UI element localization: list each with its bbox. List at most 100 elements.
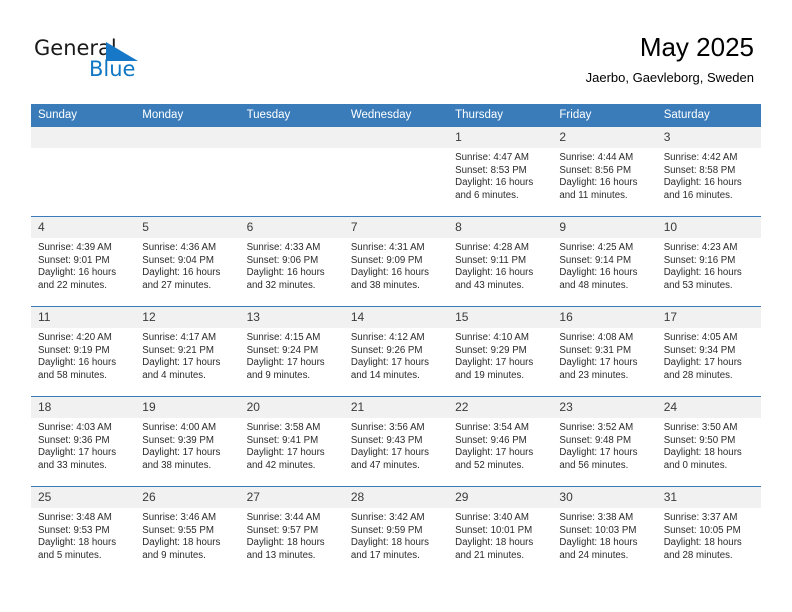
sunrise-text: Sunrise: 3:54 AM bbox=[455, 422, 529, 433]
day-number: 20 bbox=[239, 397, 344, 418]
daylight-text-line2: and 11 minutes. bbox=[559, 189, 628, 201]
calendar-header-row: Sunday Monday Tuesday Wednesday Thursday… bbox=[31, 104, 761, 127]
daylight-text-line2: and 28 minutes. bbox=[663, 369, 733, 381]
daylight-text-line2: and 47 minutes. bbox=[350, 459, 420, 471]
weekday-header-friday: Friday bbox=[552, 104, 657, 127]
day-number: 2 bbox=[552, 127, 657, 148]
day-number: 11 bbox=[31, 307, 136, 328]
day-details: Sunrise: 3:44 AM Sunset: 9:57 PM Dayligh… bbox=[240, 508, 344, 562]
day-number: 3 bbox=[656, 127, 761, 148]
day-details: Sunrise: 3:52 AM Sunset: 9:48 PM Dayligh… bbox=[552, 418, 656, 472]
day-cell[interactable]: 19 Sunrise: 4:00 AM Sunset: 9:39 PM Dayl… bbox=[135, 396, 240, 487]
day-cell[interactable]: 12 Sunrise: 4:17 AM Sunset: 9:21 PM Dayl… bbox=[135, 306, 240, 397]
day-cell[interactable]: 16 Sunrise: 4:08 AM Sunset: 9:31 PM Dayl… bbox=[552, 306, 657, 397]
day-number: 30 bbox=[552, 487, 657, 508]
daylight-text-line1: Daylight: 17 hours bbox=[246, 357, 325, 369]
day-cell[interactable]: 20 Sunrise: 3:58 AM Sunset: 9:41 PM Dayl… bbox=[239, 396, 344, 487]
day-cell[interactable]: 2 Sunrise: 4:44 AM Sunset: 8:56 PM Dayli… bbox=[552, 127, 657, 217]
day-details: Sunrise: 4:20 AM Sunset: 9:19 PM Dayligh… bbox=[31, 328, 135, 382]
daylight-text-line1: Daylight: 18 hours bbox=[246, 537, 325, 549]
day-cell[interactable]: 22 Sunrise: 3:54 AM Sunset: 9:46 PM Dayl… bbox=[448, 396, 553, 487]
day-details: Sunrise: 4:47 AM Sunset: 8:53 PM Dayligh… bbox=[448, 148, 552, 202]
day-cell[interactable]: 17 Sunrise: 4:05 AM Sunset: 9:34 PM Dayl… bbox=[656, 306, 761, 397]
day-cell[interactable]: 15 Sunrise: 4:10 AM Sunset: 9:29 PM Dayl… bbox=[448, 306, 553, 397]
day-cell[interactable]: 31 Sunrise: 3:37 AM Sunset: 10:05 PM Day… bbox=[656, 486, 761, 576]
sunset-text: Sunset: 9:53 PM bbox=[38, 524, 110, 536]
daylight-text-line2: and 27 minutes. bbox=[142, 279, 212, 291]
daylight-text-line2: and 56 minutes. bbox=[559, 459, 629, 471]
day-number: 24 bbox=[656, 397, 761, 418]
daylight-text-line1: Daylight: 16 hours bbox=[142, 267, 221, 279]
daylight-text-line2: and 23 minutes. bbox=[559, 369, 629, 381]
sunset-text: Sunset: 9:19 PM bbox=[38, 344, 110, 356]
day-cell[interactable]: 5 Sunrise: 4:36 AM Sunset: 9:04 PM Dayli… bbox=[135, 216, 240, 307]
daylight-text-line2: and 6 minutes. bbox=[455, 189, 519, 201]
day-details: Sunrise: 4:03 AM Sunset: 9:36 PM Dayligh… bbox=[31, 418, 135, 472]
day-cell[interactable]: 6 Sunrise: 4:33 AM Sunset: 9:06 PM Dayli… bbox=[239, 216, 344, 307]
day-details: Sunrise: 4:08 AM Sunset: 9:31 PM Dayligh… bbox=[552, 328, 656, 382]
day-number: 4 bbox=[31, 217, 136, 238]
day-details: Sunrise: 3:54 AM Sunset: 9:46 PM Dayligh… bbox=[448, 418, 552, 472]
daylight-text-line1: Daylight: 16 hours bbox=[38, 357, 117, 369]
day-cell[interactable]: 7 Sunrise: 4:31 AM Sunset: 9:09 PM Dayli… bbox=[343, 216, 449, 307]
daylight-text-line2: and 17 minutes. bbox=[350, 549, 420, 561]
day-cell[interactable]: 26 Sunrise: 3:46 AM Sunset: 9:55 PM Dayl… bbox=[135, 486, 240, 576]
sunset-text: Sunset: 9:06 PM bbox=[246, 254, 319, 266]
day-cell[interactable]: 27 Sunrise: 3:44 AM Sunset: 9:57 PM Dayl… bbox=[239, 486, 344, 576]
day-cell[interactable]: 10 Sunrise: 4:23 AM Sunset: 9:16 PM Dayl… bbox=[656, 216, 761, 307]
day-details: Sunrise: 4:15 AM Sunset: 9:24 PM Dayligh… bbox=[240, 328, 344, 382]
day-cell[interactable]: 28 Sunrise: 3:42 AM Sunset: 9:59 PM Dayl… bbox=[343, 486, 449, 576]
sunrise-text: Sunrise: 3:46 AM bbox=[142, 512, 217, 523]
day-cell[interactable]: 3 Sunrise: 4:42 AM Sunset: 8:58 PM Dayli… bbox=[656, 127, 761, 217]
daylight-text-line2: and 22 minutes. bbox=[38, 279, 107, 291]
day-details: Sunrise: 4:39 AM Sunset: 9:01 PM Dayligh… bbox=[31, 238, 135, 292]
day-cell[interactable]: 9 Sunrise: 4:25 AM Sunset: 9:14 PM Dayli… bbox=[552, 216, 657, 307]
page-header: General Blue May 2025 Jaerbo, Gaevleborg… bbox=[0, 0, 792, 104]
day-cell[interactable]: 18 Sunrise: 4:03 AM Sunset: 9:36 PM Dayl… bbox=[31, 396, 136, 487]
weekday-header-saturday: Saturday bbox=[656, 104, 761, 127]
day-number: 26 bbox=[135, 487, 240, 508]
day-cell[interactable]: 14 Sunrise: 4:12 AM Sunset: 9:26 PM Dayl… bbox=[343, 306, 449, 397]
day-details: Sunrise: 3:58 AM Sunset: 9:41 PM Dayligh… bbox=[240, 418, 344, 472]
weekday-header-tuesday: Tuesday bbox=[239, 104, 344, 127]
day-cell[interactable]: 24 Sunrise: 3:50 AM Sunset: 9:50 PM Dayl… bbox=[656, 396, 761, 487]
day-cell[interactable]: 30 Sunrise: 3:38 AM Sunset: 10:03 PM Day… bbox=[552, 486, 657, 576]
day-details: Sunrise: 4:25 AM Sunset: 9:14 PM Dayligh… bbox=[552, 238, 656, 292]
daylight-text-line1: Daylight: 16 hours bbox=[350, 267, 429, 279]
day-number: 28 bbox=[343, 487, 449, 508]
day-cell[interactable]: 23 Sunrise: 3:52 AM Sunset: 9:48 PM Dayl… bbox=[552, 396, 657, 487]
sunrise-text: Sunrise: 4:12 AM bbox=[350, 332, 425, 343]
day-cell[interactable]: 25 Sunrise: 3:48 AM Sunset: 9:53 PM Dayl… bbox=[31, 486, 136, 576]
calendar-table: Sunday Monday Tuesday Wednesday Thursday… bbox=[31, 104, 761, 576]
sunrise-text: Sunrise: 3:38 AM bbox=[559, 512, 634, 523]
weekday-header-thursday: Thursday bbox=[448, 104, 553, 127]
day-cell[interactable]: 13 Sunrise: 4:15 AM Sunset: 9:24 PM Dayl… bbox=[239, 306, 344, 397]
day-number: 15 bbox=[448, 307, 553, 328]
sunset-text: Sunset: 9:09 PM bbox=[350, 254, 423, 266]
day-cell[interactable]: 29 Sunrise: 3:40 AM Sunset: 10:01 PM Day… bbox=[448, 486, 553, 576]
daylight-text-line1: Daylight: 18 hours bbox=[559, 537, 638, 549]
day-cell[interactable]: 21 Sunrise: 3:56 AM Sunset: 9:43 PM Dayl… bbox=[343, 396, 449, 487]
day-number: 13 bbox=[239, 307, 344, 328]
sunrise-text: Sunrise: 3:58 AM bbox=[246, 422, 321, 433]
day-number bbox=[31, 127, 136, 148]
logo-text-blue: Blue bbox=[89, 57, 136, 81]
location-subtitle: Jaerbo, Gaevleborg, Sweden bbox=[585, 70, 754, 85]
day-details: Sunrise: 3:56 AM Sunset: 9:43 PM Dayligh… bbox=[344, 418, 448, 472]
sunset-text: Sunset: 9:14 PM bbox=[559, 254, 632, 266]
daylight-text-line1: Daylight: 17 hours bbox=[455, 357, 534, 369]
day-cell[interactable]: 8 Sunrise: 4:28 AM Sunset: 9:11 PM Dayli… bbox=[448, 216, 553, 307]
day-cell[interactable]: 4 Sunrise: 4:39 AM Sunset: 9:01 PM Dayli… bbox=[31, 216, 136, 307]
daylight-text-line1: Daylight: 18 hours bbox=[663, 447, 742, 459]
day-details: Sunrise: 3:38 AM Sunset: 10:03 PM Daylig… bbox=[552, 508, 656, 562]
sunset-text: Sunset: 9:04 PM bbox=[142, 254, 214, 266]
daylight-text-line2: and 19 minutes. bbox=[455, 369, 525, 381]
day-cell[interactable]: 1 Sunrise: 4:47 AM Sunset: 8:53 PM Dayli… bbox=[448, 127, 553, 217]
calendar-week-row: 1 Sunrise: 4:47 AM Sunset: 8:53 PM Dayli… bbox=[31, 127, 761, 217]
sunrise-text: Sunrise: 4:28 AM bbox=[455, 242, 529, 253]
sunset-text: Sunset: 9:48 PM bbox=[559, 434, 632, 446]
day-cell[interactable]: 11 Sunrise: 4:20 AM Sunset: 9:19 PM Dayl… bbox=[31, 306, 136, 397]
sunset-text: Sunset: 8:56 PM bbox=[559, 164, 632, 176]
sunrise-text: Sunrise: 4:42 AM bbox=[663, 152, 738, 163]
daylight-text-line2: and 0 minutes. bbox=[663, 459, 728, 471]
